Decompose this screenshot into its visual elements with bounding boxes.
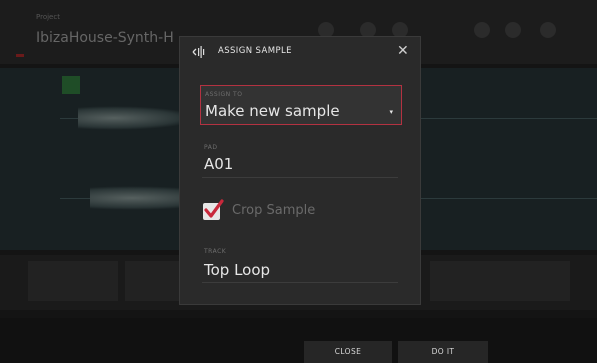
assign-to-value: Make new sample — [205, 102, 340, 120]
dialog-title: ASSIGN SAMPLE — [218, 46, 292, 56]
track-underline — [202, 282, 398, 283]
project-label: Project — [36, 13, 60, 21]
track-field[interactable]: Top Loop — [204, 261, 270, 279]
pad-field[interactable]: A01 — [204, 155, 233, 173]
do-it-button[interactable]: DO IT — [398, 341, 488, 363]
record-indicator — [16, 54, 24, 57]
close-button[interactable]: CLOSE — [304, 341, 392, 363]
assign-sample-dialog: ASSIGN SAMPLE ✕ ASSIGN TO Make new sampl… — [179, 36, 421, 305]
wifi-icon — [505, 22, 521, 38]
dialog-header: ASSIGN SAMPLE ✕ — [180, 37, 420, 67]
settings-icon — [540, 22, 556, 38]
crop-sample-checkbox[interactable] — [203, 199, 224, 220]
waveform-arrow-icon — [192, 46, 205, 58]
assign-to-select[interactable]: ASSIGN TO Make new sample ▾ — [200, 85, 402, 125]
param-cell — [28, 261, 118, 301]
dropdown-arrow-icon: ▾ — [389, 108, 393, 116]
assign-to-label: ASSIGN TO — [205, 91, 243, 98]
close-icon[interactable]: ✕ — [397, 43, 409, 59]
project-name: IbizaHouse-Synth-H — [36, 30, 174, 46]
param-cell — [430, 261, 570, 301]
pad-underline — [202, 177, 398, 178]
checkmark-icon — [204, 199, 224, 218]
crop-sample-label: Crop Sample — [232, 203, 316, 218]
param-cell — [125, 261, 179, 301]
cpu-icon — [474, 22, 490, 38]
start-marker — [62, 76, 80, 94]
bottom-bar — [0, 318, 597, 363]
pad-label: PAD — [204, 144, 218, 151]
track-label: TRACK — [204, 248, 227, 255]
